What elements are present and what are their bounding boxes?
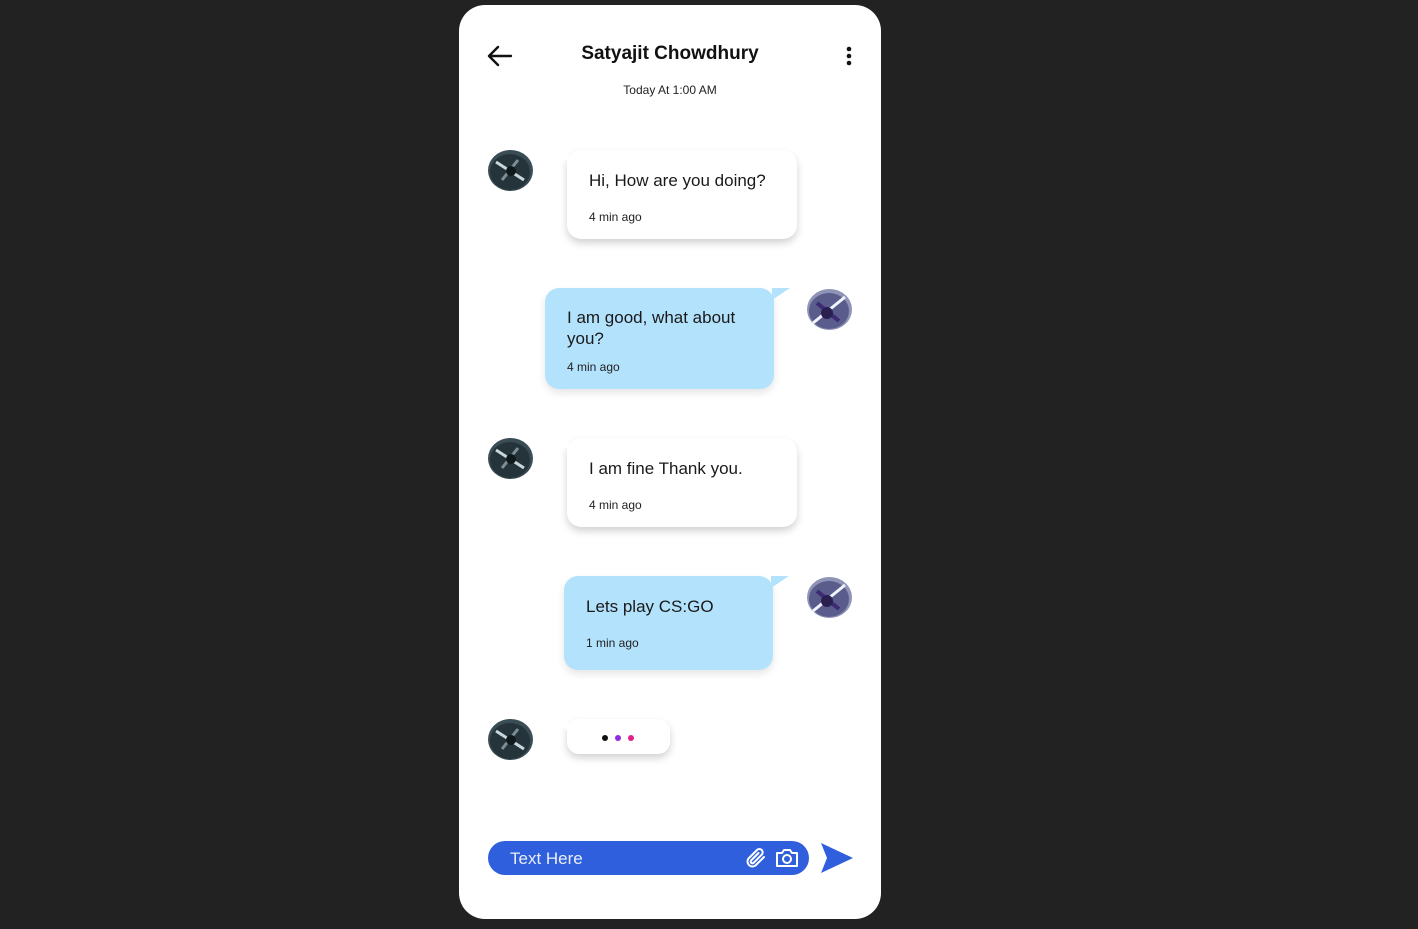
message-text: Hi, How are you doing? (589, 171, 766, 190)
typing-indicator (551, 719, 670, 754)
message-timestamp: 4 min ago (589, 210, 642, 224)
contact-avatar[interactable] (488, 150, 533, 191)
message-text: I am fine Thank you. (589, 459, 743, 478)
user-avatar[interactable] (807, 289, 852, 330)
contact-avatar[interactable] (488, 438, 533, 479)
user-avatar[interactable] (807, 577, 852, 618)
more-vertical-icon (846, 46, 852, 66)
typing-dot (628, 735, 634, 741)
message-timestamp: 4 min ago (567, 360, 620, 374)
typing-dot (615, 735, 621, 741)
contact-avatar[interactable] (488, 719, 533, 760)
more-options-button[interactable] (841, 45, 857, 69)
paperclip-icon (746, 848, 765, 868)
message-timestamp: 1 min ago (586, 636, 639, 650)
message-bubble-incoming: I am fine Thank you. 4 min ago (551, 438, 797, 527)
message-text: I am good, what about you? (567, 308, 736, 348)
message-bubble-outgoing: I am good, what about you? 4 min ago (545, 288, 790, 389)
message-timestamp: 4 min ago (589, 498, 642, 512)
camera-button[interactable] (774, 847, 800, 869)
message-bubble-incoming: Hi, How are you doing? 4 min ago (551, 150, 797, 239)
typing-dot (602, 735, 608, 741)
message-bubble-outgoing: Lets play CS:GO 1 min ago (564, 576, 789, 670)
message-composer (488, 841, 809, 875)
conversation-date: Today At 1:00 AM (623, 83, 717, 97)
send-button[interactable] (820, 842, 854, 874)
send-icon (821, 843, 853, 873)
attach-button[interactable] (744, 846, 768, 870)
chat-screen: Satyajit Chowdhury Today At 1:00 AM Hi, … (459, 5, 881, 919)
message-input[interactable] (508, 845, 742, 873)
message-text: Lets play CS:GO (586, 597, 714, 616)
camera-icon (776, 849, 798, 867)
contact-name: Satyajit Chowdhury (581, 43, 759, 64)
